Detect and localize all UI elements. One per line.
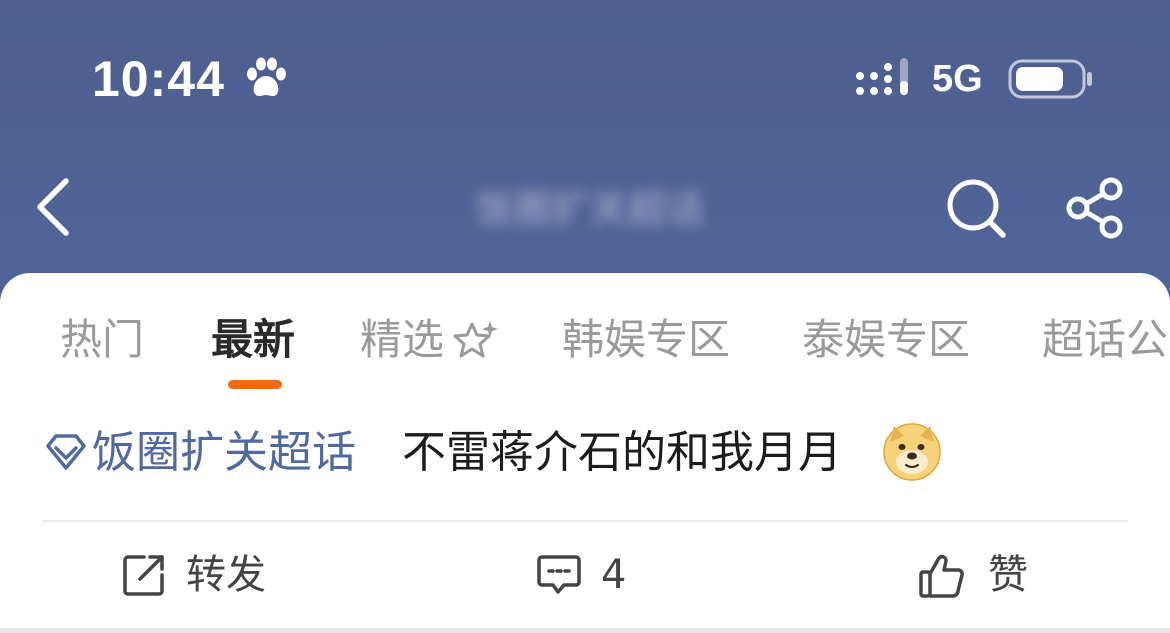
active-tab-indicator [228, 380, 282, 389]
tab-hot[interactable]: 热门 [60, 310, 144, 370]
share-button[interactable] [1064, 176, 1128, 240]
search-icon [947, 179, 1006, 238]
post-text: 不雷蒋介石的和我月月 [402, 427, 842, 478]
search-button[interactable] [944, 176, 1008, 240]
share-icon [1066, 177, 1123, 239]
thumbs-up-icon [919, 554, 964, 598]
header-bar [0, 0, 1170, 300]
doge-icon [883, 423, 941, 481]
tab-thai-entertainment[interactable]: 泰娱专区 [802, 310, 970, 370]
chevron-left-icon [37, 178, 69, 236]
post-content: 饭圈扩关超话 不雷蒋介石的和我月月 [44, 420, 1144, 486]
comment-icon [537, 555, 581, 594]
diamond-icon [46, 434, 86, 470]
network-type: 5G [932, 58, 983, 100]
battery-icon [1008, 59, 1092, 99]
like-button[interactable]: 赞 [918, 545, 1038, 605]
status-time: 10:44 [92, 51, 225, 107]
paw-icon [247, 57, 286, 97]
signal-icon [856, 58, 908, 95]
page-title: 饭圈扩关超话 [475, 187, 704, 231]
divider [42, 520, 1128, 522]
tab-bar: 热门 最新 精选 韩娱专区 泰娱专区 超话公 [0, 300, 1170, 395]
comment-button[interactable]: 4 [537, 545, 647, 605]
tab-featured[interactable]: 精选 [360, 310, 444, 370]
like-label: 赞 [988, 552, 1028, 598]
repost-label: 转发 [186, 552, 266, 598]
comment-count: 4 [601, 552, 627, 598]
tab-super-topic-announce[interactable]: 超话公 [1042, 310, 1168, 370]
bottom-edge [0, 628, 1170, 633]
repost-button[interactable]: 转发 [122, 545, 282, 605]
sparkle-icon [453, 321, 498, 358]
repost-icon [123, 555, 164, 596]
back-button[interactable] [30, 175, 80, 239]
tab-korean-entertainment[interactable]: 韩娱专区 [562, 310, 730, 370]
super-topic-link[interactable]: 饭圈扩关超话 [92, 420, 356, 486]
tab-latest[interactable]: 最新 [211, 310, 295, 370]
